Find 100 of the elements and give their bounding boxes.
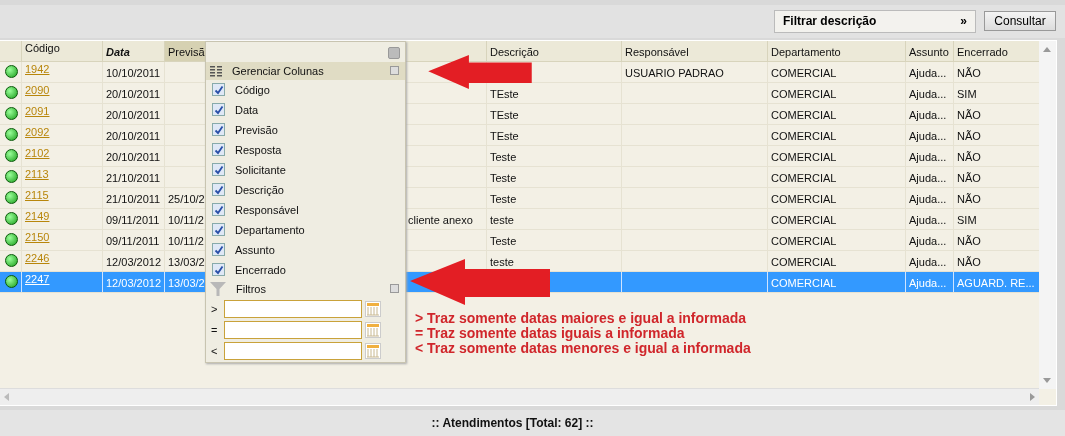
column-header[interactable]: Encerrado bbox=[954, 40, 1040, 61]
date-field[interactable] bbox=[224, 299, 362, 318]
date-field[interactable] bbox=[224, 320, 362, 339]
status-dot-icon bbox=[5, 232, 18, 246]
table-cell: Ajuda... bbox=[909, 129, 947, 142]
table-cell: 21/10/2011 bbox=[106, 192, 161, 205]
table-cell: COMERCIAL bbox=[771, 255, 837, 268]
table-cell: 12/03/2012 bbox=[106, 255, 162, 268]
column-option[interactable]: Previsão bbox=[235, 123, 278, 136]
table-cell: Ajuda... bbox=[909, 234, 947, 247]
table-cell: NÃO bbox=[957, 150, 981, 163]
table-cell: 10/11/2 bbox=[168, 213, 204, 226]
column-option[interactable]: Data bbox=[235, 103, 259, 116]
table-cell: Teste bbox=[490, 192, 517, 205]
status-dot-icon bbox=[5, 85, 18, 99]
table-cell: COMERCIAL bbox=[771, 108, 837, 121]
table-cell: Ajuda... bbox=[909, 150, 947, 163]
status-dot-icon bbox=[5, 190, 18, 204]
close-icon[interactable] bbox=[388, 46, 400, 59]
table-cell: 25/10/2 bbox=[168, 192, 205, 205]
calendar-icon[interactable] bbox=[365, 300, 381, 317]
collapse-icon[interactable] bbox=[390, 66, 399, 76]
table-cell: 20/10/2011 bbox=[106, 87, 161, 100]
annotation-text: > Traz somente datas maiores e igual a informada bbox=[415, 310, 748, 326]
checkbox[interactable] bbox=[212, 123, 225, 137]
checkbox[interactable] bbox=[212, 103, 225, 117]
table-cell: 10/11/2 bbox=[168, 234, 204, 247]
operator-label: < bbox=[211, 344, 219, 357]
checkbox[interactable] bbox=[212, 263, 225, 277]
table-cell: 09/11/2011 bbox=[106, 213, 160, 226]
annotation-text: < Traz somente datas menores e igual a informada bbox=[415, 340, 751, 356]
table-cell: Teste bbox=[490, 171, 517, 184]
table-cell: NÃO bbox=[957, 66, 981, 79]
table-cell: NÃO bbox=[957, 129, 981, 142]
status-dot-icon bbox=[5, 274, 18, 288]
status-dot-icon bbox=[5, 211, 18, 225]
filter-description-button[interactable]: Filtrar descrição » bbox=[774, 9, 976, 33]
table-cell: NÃO bbox=[957, 192, 981, 205]
table-cell: 21/10/2011 bbox=[106, 171, 161, 184]
table-cell: Ajuda... bbox=[909, 213, 947, 226]
column-header[interactable]: Responsável bbox=[622, 40, 768, 61]
checkbox[interactable] bbox=[212, 243, 225, 257]
table-cell: COMERCIAL bbox=[771, 192, 837, 205]
table-cell: SIM bbox=[957, 213, 977, 226]
table-cell: Ajuda... bbox=[909, 192, 947, 205]
table-cell: cliente anexo bbox=[408, 213, 473, 226]
checkbox[interactable] bbox=[212, 223, 225, 237]
search-button[interactable]: Consultar bbox=[984, 11, 1056, 32]
status-dot-icon bbox=[5, 169, 18, 183]
collapse-icon[interactable] bbox=[390, 284, 399, 294]
status-dot-icon bbox=[5, 106, 18, 120]
table-cell: COMERCIAL bbox=[771, 276, 837, 289]
status-dot-icon bbox=[5, 64, 18, 78]
scroll-right-icon[interactable] bbox=[1030, 393, 1035, 402]
calendar-icon[interactable] bbox=[365, 342, 381, 359]
checkbox[interactable] bbox=[212, 83, 225, 97]
table-cell: Teste bbox=[490, 234, 517, 247]
table-cell: USUARIO PADRAO bbox=[625, 66, 724, 79]
scroll-down-icon[interactable] bbox=[1043, 377, 1051, 383]
table-cell: COMERCIAL bbox=[771, 234, 837, 247]
table-cell: COMERCIAL bbox=[771, 87, 837, 100]
checkbox[interactable] bbox=[212, 143, 225, 157]
column-header[interactable]: Assunto bbox=[906, 40, 954, 61]
checkbox[interactable] bbox=[212, 203, 225, 217]
vertical-scrollbar[interactable] bbox=[1039, 40, 1056, 389]
column-header[interactable]: Descrição bbox=[487, 40, 622, 61]
column-header[interactable]: Departamento bbox=[768, 40, 906, 61]
table-cell: COMERCIAL bbox=[771, 129, 837, 142]
table-cell: Ajuda... bbox=[909, 108, 947, 121]
table-cell: Ajuda... bbox=[909, 87, 947, 100]
table-cell: Ajuda... bbox=[909, 255, 947, 268]
scroll-up-icon[interactable] bbox=[1043, 46, 1051, 52]
table-cell: teste bbox=[490, 213, 514, 226]
column-option[interactable]: Código bbox=[235, 83, 270, 96]
checkbox[interactable] bbox=[212, 183, 225, 197]
horizontal-scrollbar[interactable] bbox=[0, 388, 1039, 406]
table-cell: teste bbox=[490, 255, 514, 268]
columns-icon bbox=[210, 64, 222, 77]
table-cell: COMERCIAL bbox=[771, 213, 837, 226]
table-cell: 12/03/2012 bbox=[106, 276, 162, 289]
column-header[interactable]: Código bbox=[22, 40, 103, 61]
checkbox[interactable] bbox=[212, 163, 225, 177]
calendar-icon[interactable] bbox=[365, 321, 381, 338]
table-cell: NÃO bbox=[957, 255, 981, 268]
column-option[interactable]: Resposta bbox=[235, 143, 282, 156]
table-cell: NÃO bbox=[957, 108, 981, 121]
table-cell: NÃO bbox=[957, 234, 981, 247]
status-dot-icon bbox=[5, 127, 18, 141]
status-dot-icon bbox=[5, 148, 18, 162]
annotation-text: = Traz somente datas iguais a informada bbox=[415, 325, 686, 341]
section-title: Gerenciar Colunas bbox=[232, 64, 325, 77]
arrow-icon bbox=[410, 258, 550, 305]
scroll-left-icon[interactable] bbox=[4, 393, 9, 402]
table-cell: COMERCIAL bbox=[771, 171, 837, 184]
status-text: :: Atendimentos [Total: 62] :: bbox=[431, 416, 594, 431]
table-cell: 20/10/2011 bbox=[106, 108, 161, 121]
table-cell: TEste bbox=[490, 87, 519, 100]
date-field[interactable] bbox=[224, 341, 362, 360]
operator-label: > bbox=[211, 302, 219, 315]
table-cell: 09/11/2011 bbox=[106, 234, 160, 247]
